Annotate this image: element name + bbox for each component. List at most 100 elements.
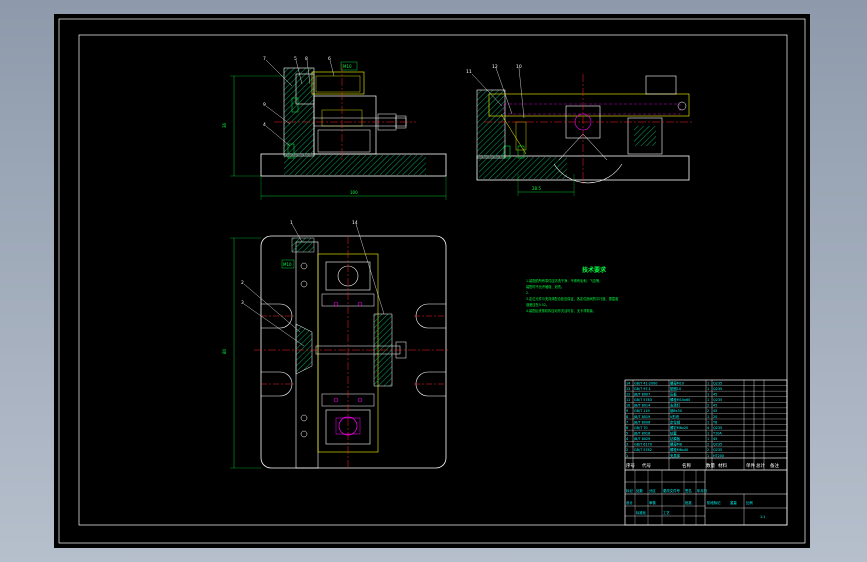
side-callout-10: 10 xyxy=(516,64,522,70)
tech-req-line-2: 装配时不允许磕碰、划伤。 xyxy=(526,284,564,289)
bom-header: 序号 xyxy=(626,462,635,469)
sign-label: 签名 xyxy=(685,488,692,493)
front-callout-4: 4 xyxy=(263,122,266,128)
bom-cell: JB/T 8007 xyxy=(633,393,650,397)
bom-cell: 9 xyxy=(626,409,628,413)
scale-label: 阶段标记 xyxy=(707,500,721,505)
sign-label: 处数 xyxy=(636,488,643,493)
bom-cell: 10 xyxy=(626,404,630,408)
bom-cell: T10A xyxy=(712,432,722,436)
cad-viewport[interactable]: 36 100 7 5 8 6 9 4 M10 28.5 11 12 10 80 … xyxy=(54,14,810,548)
bom-cell: 14 xyxy=(626,381,630,385)
bom-cell: 3 xyxy=(626,443,628,447)
plan-callout-3: 3 xyxy=(241,300,244,306)
bom-cell: 45 xyxy=(713,393,717,397)
bom-cell: 13 xyxy=(626,387,630,391)
bom-header: 名称 xyxy=(682,462,691,469)
bom-cell: JB/T 8014 xyxy=(633,404,650,408)
tech-req-line-6: 4.装配后夹紧机构应动作灵活可靠，无卡滞现象。 xyxy=(526,308,596,313)
bom-cell: 1 xyxy=(707,381,709,385)
front-callout-9: 9 xyxy=(263,102,266,108)
bom-cell: Q235 xyxy=(713,426,722,430)
bom-cell: T8 xyxy=(712,420,717,424)
bom-cell: 螺母M10 xyxy=(670,380,684,385)
bom-cell: Q235 xyxy=(713,443,722,447)
bom-header: 备注 xyxy=(770,462,779,469)
front-dim-width: 100 xyxy=(350,190,358,195)
bom-header: 材料 xyxy=(718,462,727,469)
bom-cell: 垫圈10 xyxy=(670,386,681,391)
bom-cell: 45 xyxy=(713,409,717,413)
front-view[interactable]: 36 100 7 5 8 6 9 4 M10 xyxy=(222,56,447,200)
sign-label: 年月日 xyxy=(697,488,707,493)
bom-cell: Q235 xyxy=(713,398,722,402)
bom-cell: 7 xyxy=(626,420,628,424)
bom-cell: GB/T 41-2000 xyxy=(634,381,657,385)
sign-label: 更改文件号 xyxy=(663,488,681,493)
outer-frame xyxy=(58,18,806,544)
bom-header: 总计 xyxy=(756,462,765,469)
bom-cell: 12 xyxy=(626,393,630,397)
plan-view[interactable]: 80 1 2 3 14 M10 xyxy=(222,220,449,470)
bom-cell: 2 xyxy=(707,443,709,447)
tech-req-line-1: 1.装配前所有零件应清洗干净，不得有毛刺、飞边等， xyxy=(526,278,602,283)
bom-cell: 支承钉 xyxy=(670,403,681,408)
plan-callout-1: 1 xyxy=(290,220,293,226)
bom-cell: GB/T 5782 xyxy=(634,448,652,452)
approval-label: 工艺 xyxy=(663,510,670,515)
bom-cell: GB/T 70 xyxy=(634,426,648,430)
bom-cell: 螺栓M8x40 xyxy=(670,447,688,452)
bom-cell: 螺钉M6x20 xyxy=(670,425,688,430)
bom-cell: JB/T 8018 xyxy=(633,432,650,436)
plan-label-box: M10 xyxy=(283,262,292,267)
bom-cell: 螺母M8 xyxy=(670,442,682,447)
bom-cell: 钻套 xyxy=(670,431,677,436)
bom-cell: 1 xyxy=(707,420,709,424)
tech-req-title: 技术要求 xyxy=(582,266,607,274)
bom-cell: 1 xyxy=(707,398,709,402)
bom-header: 数量 xyxy=(706,462,715,469)
bom-cell: JB/T 8006 xyxy=(633,420,650,424)
bom-cell: 20 xyxy=(713,415,717,419)
bom-cell: 销8x30 xyxy=(670,408,682,413)
bom-cell: 1 xyxy=(707,415,709,419)
bom-cell: JB/T 8019 xyxy=(633,415,650,419)
assembly-drawing: 36 100 7 5 8 6 9 4 M10 28.5 11 12 10 80 … xyxy=(58,18,806,544)
bom-cell: 1 xyxy=(707,432,709,436)
bom-cell: 2 xyxy=(707,448,709,452)
front-label-box: M10 xyxy=(343,64,352,69)
bom-cell: 6 xyxy=(626,426,628,430)
sign-label: 分区 xyxy=(649,488,656,493)
bom-cell: 螺栓M10x60 xyxy=(670,397,690,402)
bom-cell: Q235 xyxy=(713,387,722,391)
plan-callout-14: 14 xyxy=(352,220,358,226)
bom-cell: 1 xyxy=(626,454,628,458)
bom-cell: Q235 xyxy=(713,448,722,452)
bom-cell: 1 xyxy=(707,393,709,397)
approval-label: 批准 xyxy=(685,500,692,505)
front-callout-6: 6 xyxy=(328,56,331,62)
bom-cell: 1 xyxy=(707,437,709,441)
bom-cell: GB/T 119 xyxy=(634,409,650,413)
tech-req-line-5: 误差应在0.02。 xyxy=(526,302,549,307)
bom-cell: 4 xyxy=(626,437,628,441)
bom-cell: 压板 xyxy=(670,392,677,397)
bom-cell: 1 xyxy=(707,454,709,458)
technical-requirements: 技术要求 1.装配前所有零件应清洗干净，不得有毛刺、飞边等， 装配时不允许磕碰、… xyxy=(526,266,619,313)
approval-label: 审核 xyxy=(649,500,656,505)
front-callout-5: 5 xyxy=(294,56,297,62)
bom-cell: 5 xyxy=(626,432,628,436)
bom-cell: 11 xyxy=(626,398,630,402)
scale-value: 1:1 xyxy=(760,515,765,519)
side-callout-12: 12 xyxy=(492,64,498,70)
front-dim-height: 36 xyxy=(222,122,227,128)
bom-cell: 45 xyxy=(713,404,717,408)
bom-cell: 2 xyxy=(707,409,709,413)
bom-cell: 钻模板 xyxy=(670,436,681,441)
bom-cell: V形块 xyxy=(670,414,680,419)
bom-cell: GB/T 6170 xyxy=(634,443,652,447)
approval-label: 设计 xyxy=(626,500,633,505)
side-view[interactable]: 28.5 11 12 10 xyxy=(466,64,694,196)
scale-label: 比例 xyxy=(746,500,753,505)
bom-cell: Q235 xyxy=(713,381,722,385)
